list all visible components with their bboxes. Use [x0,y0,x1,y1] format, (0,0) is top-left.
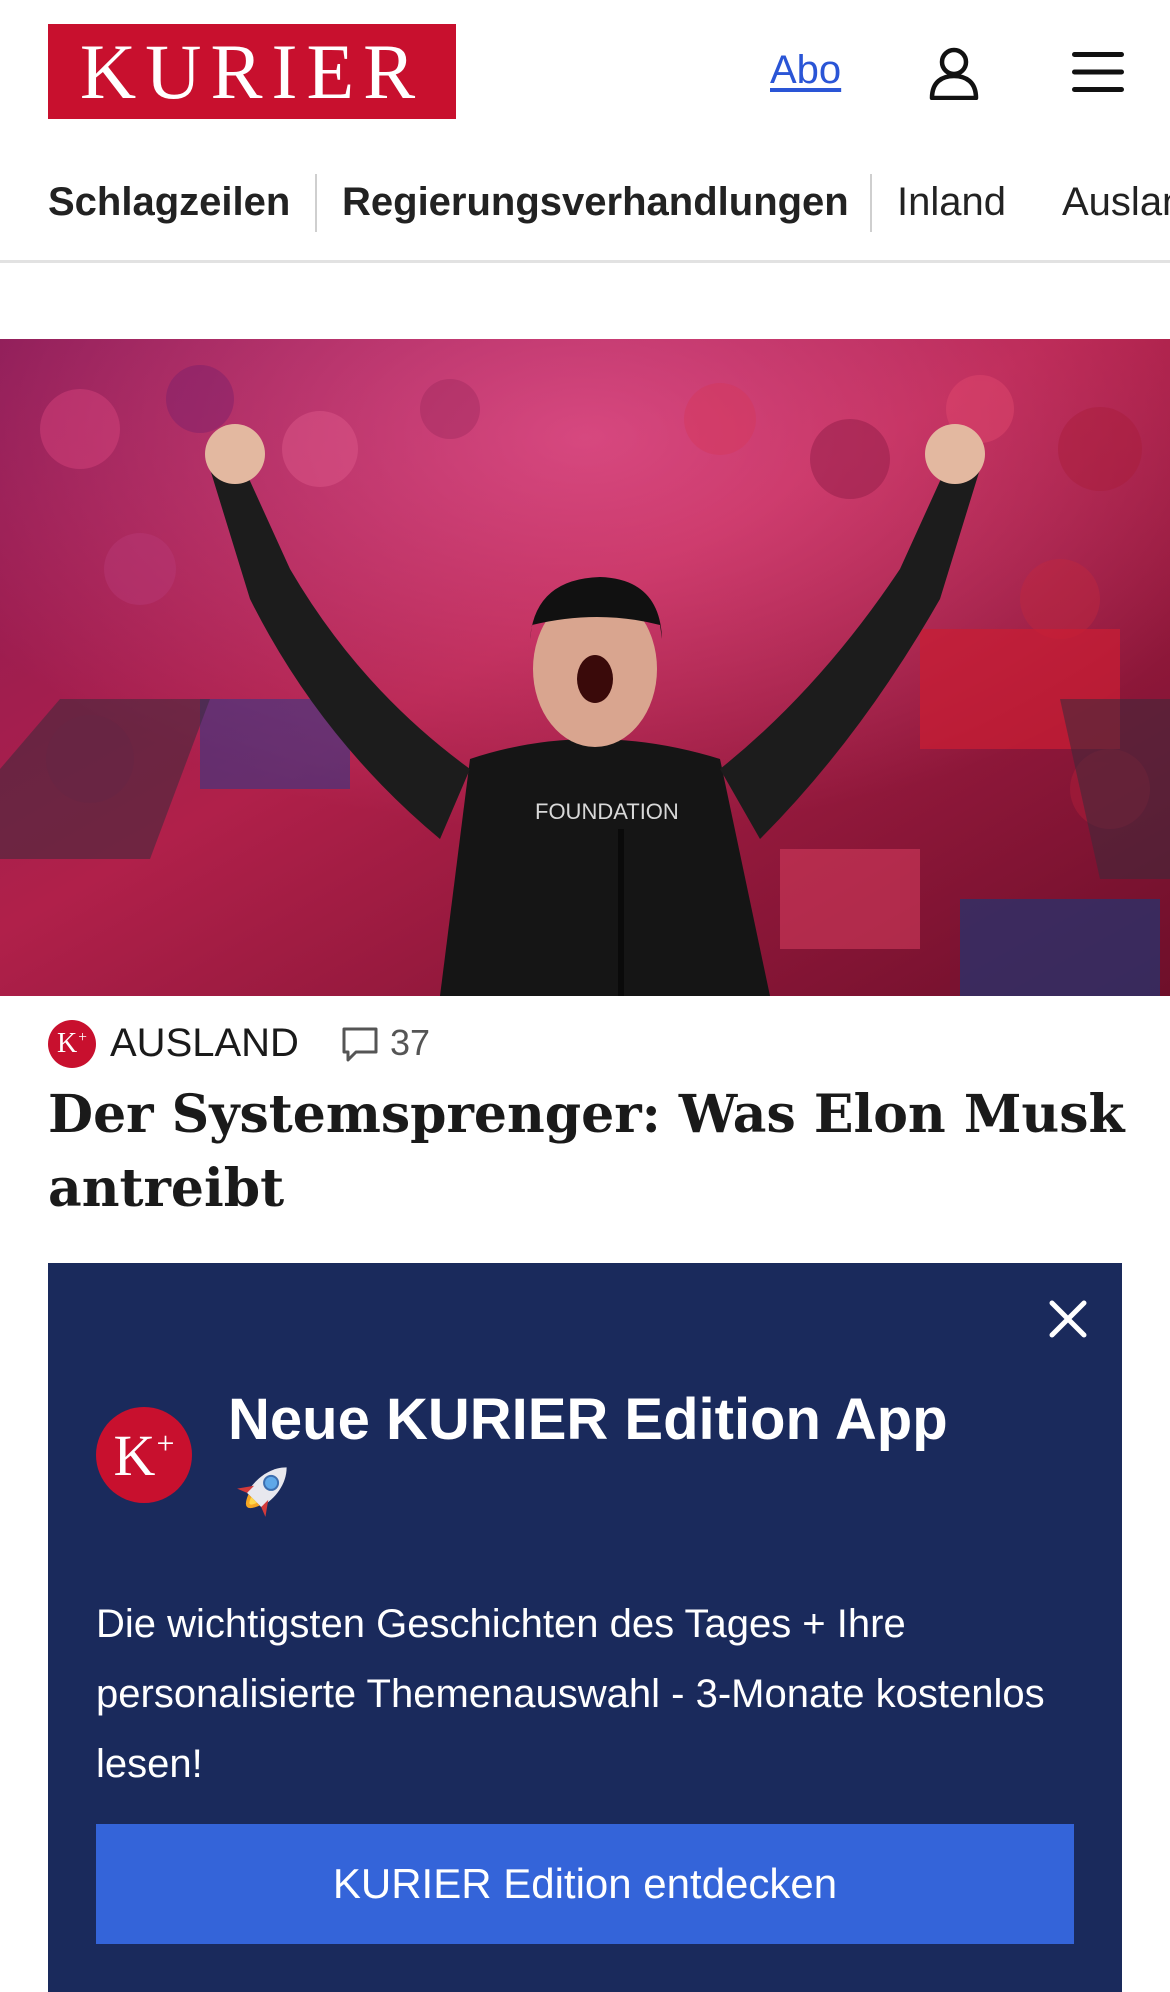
teaser-text-peek [48,1250,1128,1264]
nav-item-inland[interactable]: Inland [897,180,1006,225]
nav-divider [870,174,872,232]
site-header: KURIER Abo [0,0,1170,145]
nav-divider [315,174,317,232]
modal-title: Neue KURIER Edition App [228,1387,948,1452]
nav-item-schlagzeilen[interactable]: Schlagzeilen [48,180,290,225]
article-section-label[interactable]: AUSLAND [110,1021,299,1066]
kplus-badge: K+ [48,1020,96,1068]
comment-icon[interactable] [340,1024,380,1064]
kplus-badge: K+ [96,1407,192,1503]
kurier-logo[interactable]: KURIER [48,24,456,119]
section-nav: Schlagzeilen Regierungsverhandlungen Inl… [0,160,1170,260]
rocket-icon [237,1467,287,1517]
modal-description: Die wichtigsten Geschichten des Tages + … [96,1602,1045,1786]
nav-item-regierungsverhandlungen[interactable]: Regierungsverhandlungen [342,180,849,225]
abo-link[interactable]: Abo [770,48,841,93]
user-icon[interactable] [928,46,980,100]
article-hero-image[interactable]: FOUNDATION [0,339,1170,996]
svg-text:FOUNDATION: FOUNDATION [535,799,679,824]
hamburger-menu-icon[interactable] [1070,50,1126,94]
app-promo-modal: K+ Neue KURIER Edition App Die wichtigst… [48,1263,1122,1992]
nav-item-ausland[interactable]: Ausland [1062,180,1170,225]
article-headline[interactable]: Der Systemsprenger: Was Elon Musk antrei… [48,1078,1128,1226]
discover-edition-button[interactable]: KURIER Edition entdecken [96,1824,1074,1944]
nav-border [0,260,1170,263]
close-icon[interactable] [1044,1295,1092,1343]
comment-count[interactable]: 37 [390,1022,430,1064]
